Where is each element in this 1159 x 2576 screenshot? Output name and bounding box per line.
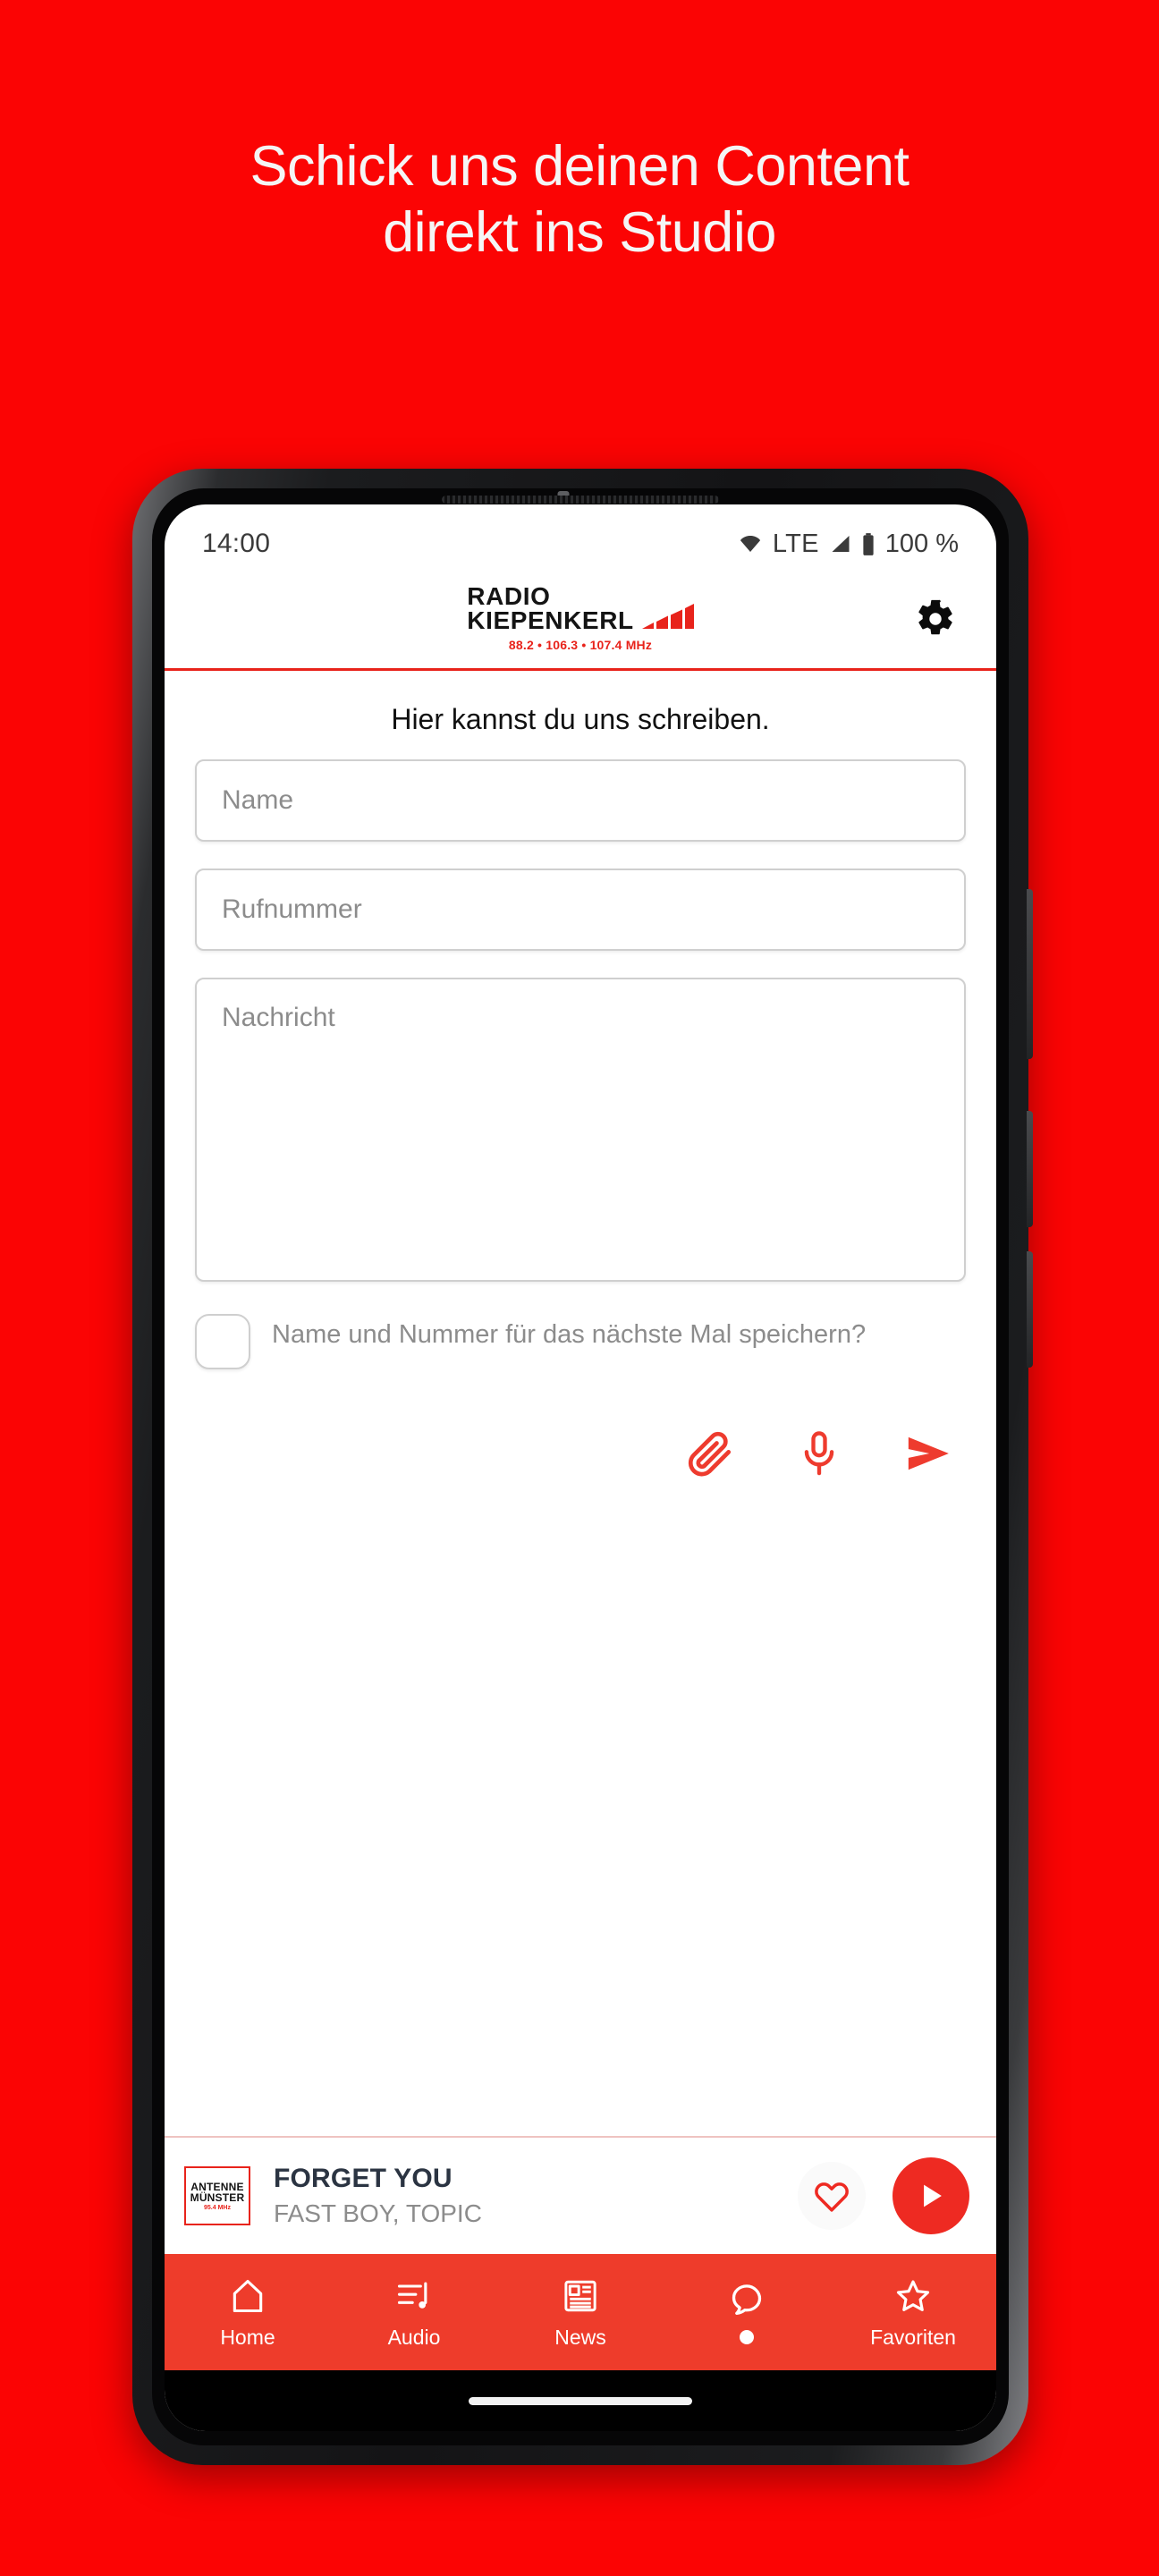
heart-icon: [815, 2182, 849, 2212]
promo-headline: Schick uns deinen Content direkt ins Stu…: [0, 134, 1159, 266]
voice-record-button[interactable]: [794, 1428, 844, 1479]
news-icon: [561, 2275, 600, 2317]
artwork-line1: ANTENNE: [190, 2180, 244, 2193]
status-bar-time: 14:00: [202, 529, 271, 558]
send-icon: [908, 1436, 949, 1470]
phone-volume-button[interactable]: [1027, 889, 1033, 1059]
track-artist: FAST BOY, TOPIC: [274, 2199, 482, 2227]
message-textarea-placeholder: Nachricht: [222, 1003, 335, 1032]
status-bar-network: LTE: [772, 529, 819, 558]
save-details-row: Name und Nummer für das nächste Mal spei…: [195, 1314, 966, 1369]
station-artwork: ANTENNE MÜNSTER 95.4 MHz: [184, 2166, 250, 2225]
gear-icon: [918, 599, 952, 634]
artwork-line3: 95.4 MHz: [204, 2204, 231, 2211]
message-textarea[interactable]: Nachricht: [195, 978, 966, 1282]
brand-frequencies: 88.2 • 106.3 • 107.4 MHz: [508, 637, 653, 652]
chat-icon: [727, 2280, 766, 2321]
nav-item-favoriten[interactable]: Favoriten: [830, 2275, 996, 2350]
brand-logo: RADIO KIEPENKERL 88.2 • 106.3 • 107.4 MH…: [467, 582, 694, 652]
form-actions: [195, 1428, 966, 1479]
promo-headline-line2: direkt ins Studio: [383, 200, 776, 264]
settings-button[interactable]: [912, 596, 959, 642]
signal-bars-icon: [641, 603, 694, 629]
bottom-navigation: Home Audio News Favoriten: [165, 2254, 996, 2370]
phone-screen: 14:00 LTE 100 % RADIO KIEPENKERL 88.2 • …: [165, 504, 996, 2431]
nav-item-news[interactable]: News: [497, 2275, 664, 2350]
send-button[interactable]: [903, 1428, 953, 1479]
phone-mockup: 14:00 LTE 100 % RADIO KIEPENKERL 88.2 • …: [132, 469, 1033, 2465]
mini-player[interactable]: ANTENNE MÜNSTER 95.4 MHz FORGET YOU FAST…: [165, 2136, 996, 2254]
status-bar-indicators: LTE 100 %: [738, 530, 959, 559]
phone-bezel: 14:00 LTE 100 % RADIO KIEPENKERL 88.2 • …: [152, 488, 1009, 2445]
wifi-icon: [740, 536, 760, 552]
home-icon: [228, 2275, 267, 2317]
play-button[interactable]: [893, 2157, 969, 2234]
phone-assistant-button[interactable]: [1027, 1251, 1033, 1368]
nav-label-home: Home: [220, 2325, 275, 2349]
gesture-bar: [165, 2370, 996, 2431]
nav-active-indicator: [740, 2330, 754, 2344]
status-bar-battery: 100 %: [884, 529, 959, 558]
brand-line2: KIEPENKERL: [467, 606, 634, 634]
microphone-icon: [804, 1431, 834, 1476]
phone-power-button[interactable]: [1027, 1111, 1033, 1227]
battery-icon: [863, 532, 874, 555]
nav-label-audio: Audio: [387, 2325, 441, 2349]
playlist-icon: [394, 2275, 434, 2317]
phone-input[interactable]: Rufnummer: [195, 869, 966, 951]
paperclip-icon: [688, 1431, 732, 1477]
track-title: FORGET YOU: [274, 2164, 453, 2193]
brand-line1: RADIO: [467, 582, 551, 611]
play-icon: [924, 2184, 942, 2207]
nav-label-news: News: [554, 2325, 606, 2349]
phone-input-placeholder: Rufnummer: [222, 894, 362, 924]
gesture-pill[interactable]: [469, 2396, 692, 2405]
attach-button[interactable]: [685, 1428, 735, 1479]
artwork-line2: MÜNSTER: [190, 2190, 245, 2204]
nav-item-audio[interactable]: Audio: [331, 2275, 497, 2350]
nav-label-favoriten: Favoriten: [870, 2325, 956, 2349]
save-details-checkbox[interactable]: [195, 1314, 250, 1369]
star-icon: [893, 2275, 933, 2317]
track-info: FORGET YOU FAST BOY, TOPIC: [268, 2164, 780, 2228]
status-bar: 14:00 LTE 100 %: [165, 504, 996, 569]
nav-item-chat[interactable]: [664, 2280, 830, 2344]
earpiece-speaker: [442, 496, 719, 504]
app-header: RADIO KIEPENKERL 88.2 • 106.3 • 107.4 MH…: [165, 569, 996, 671]
nav-item-home[interactable]: Home: [165, 2275, 331, 2350]
favorite-button[interactable]: [798, 2162, 866, 2230]
name-input[interactable]: Name: [195, 759, 966, 842]
name-input-placeholder: Name: [222, 785, 294, 815]
contact-form: Hier kannst du uns schreiben. Name Rufnu…: [165, 671, 996, 2136]
promo-headline-line1: Schick uns deinen Content: [250, 135, 909, 198]
form-title: Hier kannst du uns schreiben.: [391, 703, 770, 735]
signal-icon: [832, 536, 850, 552]
save-details-label: Name und Nummer für das nächste Mal spei…: [272, 1320, 867, 1349]
